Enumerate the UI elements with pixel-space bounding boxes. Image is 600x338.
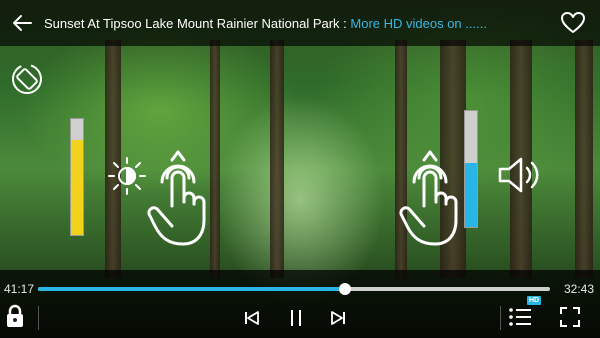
pause-icon[interactable] <box>288 308 304 328</box>
seek-progress <box>38 287 346 291</box>
brightness-icon <box>108 157 146 195</box>
bottom-control-bar: 41:17 32:43 HD <box>0 270 600 338</box>
brightness-fill <box>71 139 83 235</box>
swipe-up-hand-icon <box>399 150 458 246</box>
more-videos-link[interactable]: More HD videos on ...... <box>350 16 487 31</box>
seek-bar[interactable] <box>38 283 550 295</box>
divider <box>38 306 39 330</box>
top-bar: Sunset At Tipsoo Lake Mount Rainier Nati… <box>0 0 600 46</box>
swipe-up-hand-icon <box>147 150 206 246</box>
video-title-text: Sunset At Tipsoo Lake Mount Rainier Nati… <box>44 15 351 31</box>
brightness-level-bar[interactable] <box>70 118 84 236</box>
fullscreen-icon[interactable] <box>559 306 581 328</box>
playlist-icon[interactable] <box>508 306 532 328</box>
previous-icon[interactable] <box>243 310 261 326</box>
video-title: Sunset At Tipsoo Lake Mount Rainier Nati… <box>44 16 544 31</box>
volume-fill <box>465 163 477 227</box>
seek-thumb[interactable] <box>339 283 352 295</box>
rotate-screen-icon[interactable] <box>10 62 44 96</box>
total-time: 32:43 <box>563 282 594 296</box>
back-arrow-icon <box>13 15 32 31</box>
volume-icon <box>498 157 539 193</box>
lock-icon[interactable] <box>5 304 25 328</box>
heart-icon[interactable] <box>560 10 586 36</box>
next-icon[interactable] <box>329 310 347 326</box>
current-time: 41:17 <box>4 282 35 296</box>
volume-level-bar[interactable] <box>464 110 478 228</box>
hd-badge: HD <box>527 296 542 305</box>
back-button[interactable] <box>0 0 44 46</box>
divider <box>500 306 501 330</box>
